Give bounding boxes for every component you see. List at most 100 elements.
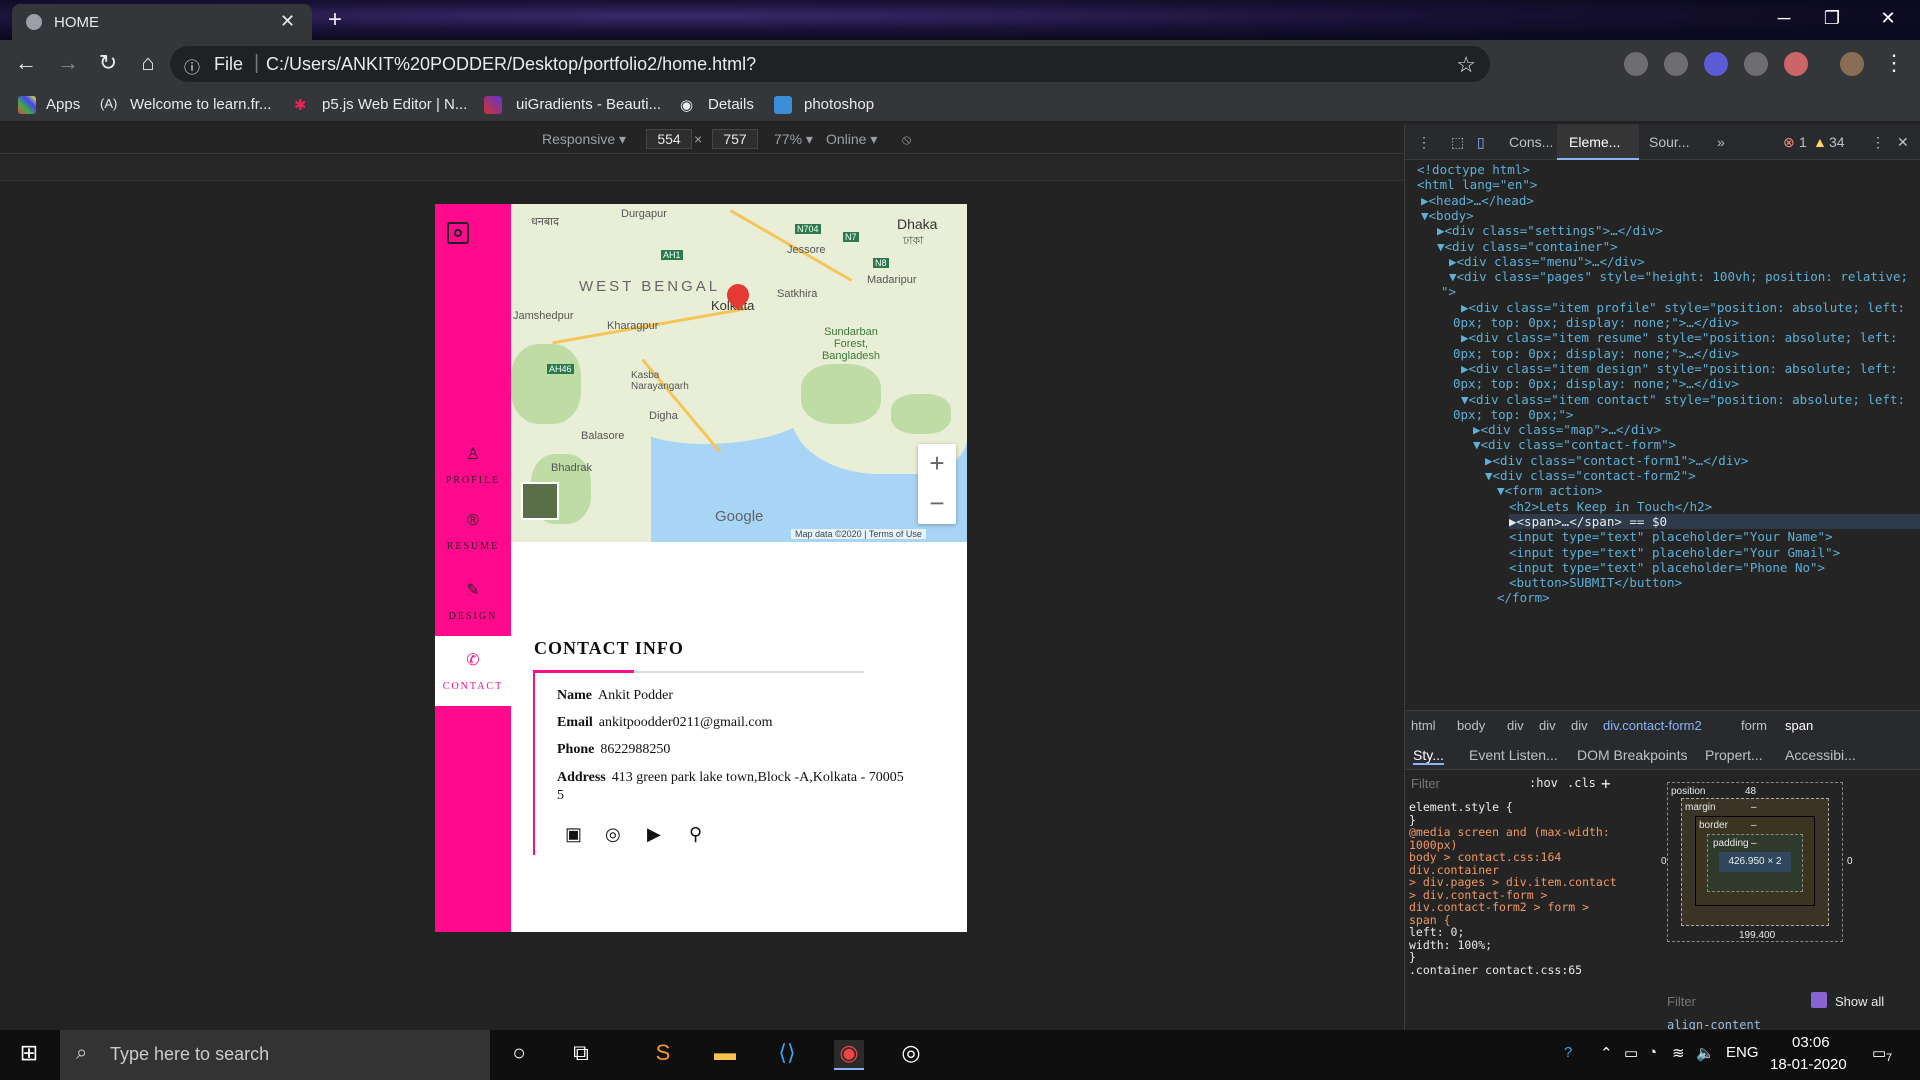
- info-extension-icon[interactable]: [1664, 52, 1688, 76]
- dom-line[interactable]: ▼<form action>: [1497, 483, 1602, 498]
- nav-contact[interactable]: ✆ CONTACT: [435, 636, 511, 706]
- language-indicator[interactable]: ENG: [1726, 1044, 1759, 1061]
- obs-icon[interactable]: ◎: [896, 1040, 926, 1070]
- bookmark-details[interactable]: Details: [708, 96, 754, 113]
- close-devtools-icon[interactable]: ✕: [1897, 134, 1909, 151]
- settings-menu-icon[interactable]: ⋮: [1871, 134, 1885, 151]
- dom-line[interactable]: <input type="text" placeholder="Your Nam…: [1509, 529, 1833, 544]
- m-extension-icon[interactable]: [1704, 52, 1728, 76]
- dom-line[interactable]: 0px; top: 0px; display: none;">…</div>: [1453, 315, 1739, 330]
- responsive-dropdown[interactable]: Responsive ▾: [542, 131, 626, 148]
- add-rule-icon[interactable]: +: [1601, 774, 1611, 793]
- dom-line[interactable]: ">: [1441, 284, 1456, 299]
- instagram-icon[interactable]: ◎: [605, 824, 621, 845]
- crumb-form[interactable]: form: [1741, 718, 1767, 733]
- chrome-icon[interactable]: ◉: [834, 1040, 864, 1070]
- device-toggle-icon[interactable]: ▯: [1477, 134, 1485, 151]
- height-input[interactable]: 757: [712, 129, 758, 149]
- wifi-icon[interactable]: ≋: [1672, 1044, 1685, 1062]
- forward-icon[interactable]: →: [54, 50, 82, 76]
- info-icon[interactable]: ⓘ: [184, 54, 200, 78]
- show-all-checkbox[interactable]: [1811, 992, 1827, 1008]
- subtab-dom-breakpoints[interactable]: DOM Breakpoints: [1577, 747, 1687, 763]
- back-icon[interactable]: ←: [12, 50, 40, 76]
- zoom-out-button[interactable]: −: [918, 484, 956, 524]
- new-tab-button[interactable]: +: [320, 6, 350, 36]
- dom-line[interactable]: 0px; top: 0px; display: none;">…</div>: [1453, 346, 1739, 361]
- bookmark-uigradients[interactable]: uiGradients - Beauti...: [516, 96, 661, 113]
- cls-toggle[interactable]: .cls: [1567, 776, 1596, 790]
- dom-line[interactable]: 0px; top: 0px; display: none;">…</div>: [1453, 376, 1739, 391]
- taskbar-search[interactable]: ⌕ Type here to search: [60, 1030, 490, 1080]
- dom-line[interactable]: 0px; top: 0px;">: [1453, 407, 1573, 422]
- help-icon[interactable]: ?: [1564, 1044, 1572, 1061]
- restore-icon[interactable]: ❐: [1812, 8, 1852, 29]
- rotate-icon[interactable]: ⦸: [902, 131, 911, 148]
- cloud-extension-icon[interactable]: [1744, 52, 1768, 76]
- browser-tab[interactable]: HOME ✕: [12, 4, 312, 40]
- vscode-icon[interactable]: ⟨⟩: [772, 1040, 802, 1070]
- dom-line[interactable]: <input type="text" placeholder="Phone No…: [1509, 560, 1825, 575]
- inspect-icon[interactable]: ⬚: [1451, 134, 1464, 151]
- bookmark-star-icon[interactable]: ☆: [1456, 52, 1476, 78]
- nav-profile[interactable]: ♙ PROFILE: [435, 444, 511, 488]
- crumb-div-1[interactable]: div: [1507, 718, 1524, 733]
- address-bar[interactable]: ⓘ File | C:/Users/ANKIT%20PODDER/Desktop…: [170, 46, 1490, 82]
- tray-chevron-icon[interactable]: ⌃: [1600, 1044, 1613, 1062]
- dom-line[interactable]: ▶<span>…</span> == $0: [1509, 513, 1920, 529]
- pen-extension-icon[interactable]: [1784, 52, 1808, 76]
- dom-line[interactable]: ▶<div class="menu">…</div>: [1449, 254, 1645, 269]
- dom-line[interactable]: <!doctype html>: [1417, 162, 1530, 177]
- task-view-icon[interactable]: ⧉: [566, 1040, 596, 1070]
- windows-start-icon[interactable]: ⊞: [14, 1040, 44, 1070]
- home-icon[interactable]: ⌂: [134, 50, 162, 76]
- network-icon[interactable]: ◔: [1648, 1044, 1657, 1061]
- dom-line[interactable]: ▶<head>…</head>: [1421, 193, 1534, 208]
- bookmark-learn[interactable]: Welcome to learn.fr...: [130, 96, 271, 113]
- youtube-icon[interactable]: ▶: [647, 824, 661, 845]
- minimize-icon[interactable]: ─: [1764, 8, 1804, 29]
- crumb-html[interactable]: html: [1411, 718, 1436, 733]
- dom-line[interactable]: <h2>Lets Keep in Touch</h2>: [1509, 499, 1712, 514]
- crumb-div-4[interactable]: div.contact-form2: [1603, 718, 1702, 733]
- tab-sources[interactable]: Sour...: [1649, 134, 1689, 150]
- bookmark-photoshop[interactable]: photoshop: [804, 96, 874, 113]
- facebook-icon[interactable]: ▣: [565, 824, 582, 845]
- dom-line[interactable]: ▶<div class="map">…</div>: [1473, 422, 1661, 437]
- style-line[interactable]: element.style {: [1409, 800, 1513, 814]
- dom-line[interactable]: <button>SUBMIT</button>: [1509, 575, 1682, 590]
- battery-icon[interactable]: ▭: [1624, 1044, 1638, 1062]
- subtab-event-listeners[interactable]: Event Listen...: [1469, 747, 1558, 763]
- extension-icon[interactable]: [1624, 52, 1648, 76]
- network-dropdown[interactable]: Online ▾: [826, 131, 877, 148]
- width-input[interactable]: 554: [646, 129, 692, 149]
- close-tab-icon[interactable]: ✕: [280, 11, 295, 32]
- error-count[interactable]: 1: [1799, 134, 1807, 150]
- dom-tree[interactable]: <!doctype html> <html lang="en"> ▶<head>…<…: [1405, 162, 1920, 708]
- subtab-styles[interactable]: Sty...: [1413, 747, 1444, 765]
- google-map[interactable]: धनबाद Durgapur Dhaka ঢাকা Jessore Madari…: [511, 204, 967, 542]
- warning-count[interactable]: 34: [1829, 134, 1845, 150]
- dom-line[interactable]: ▶<div class="contact-form1">…</div>: [1485, 453, 1748, 468]
- bookmark-p5[interactable]: p5.js Web Editor | N...: [322, 96, 467, 113]
- dom-line[interactable]: ▼<div class="pages" style="height: 100vh…: [1449, 269, 1908, 284]
- map-icon[interactable]: ⚲: [689, 824, 702, 845]
- dom-line[interactable]: ▶<div class="item profile" style="positi…: [1461, 300, 1905, 315]
- file-explorer-icon[interactable]: ▬: [710, 1040, 740, 1070]
- map-attribution[interactable]: Map data ©2020 | Terms of Use: [791, 529, 926, 539]
- dom-line[interactable]: </form>: [1497, 590, 1550, 605]
- dom-line[interactable]: <input type="text" placeholder="Your Gma…: [1509, 545, 1840, 560]
- menu-icon[interactable]: ⋮: [1417, 134, 1431, 151]
- volume-icon[interactable]: 🔈: [1696, 1044, 1715, 1062]
- bookmark-apps[interactable]: Apps: [46, 96, 80, 113]
- dom-line[interactable]: ▼<body>: [1421, 208, 1474, 223]
- url-text[interactable]: C:/Users/ANKIT%20PODDER/Desktop/portfoli…: [266, 54, 756, 75]
- zoom-dropdown[interactable]: 77% ▾: [774, 131, 813, 148]
- hov-toggle[interactable]: :hov: [1529, 776, 1558, 790]
- nav-design[interactable]: ✎ DESIGN: [435, 580, 511, 624]
- clock-date[interactable]: 18-01-2020: [1770, 1056, 1847, 1073]
- dom-line[interactable]: ▶<div class="item resume" style="positio…: [1461, 330, 1898, 345]
- menu-icon[interactable]: ⋮: [1880, 50, 1908, 76]
- crumb-div-2[interactable]: div: [1539, 718, 1556, 733]
- clock-time[interactable]: 03:06: [1792, 1034, 1830, 1051]
